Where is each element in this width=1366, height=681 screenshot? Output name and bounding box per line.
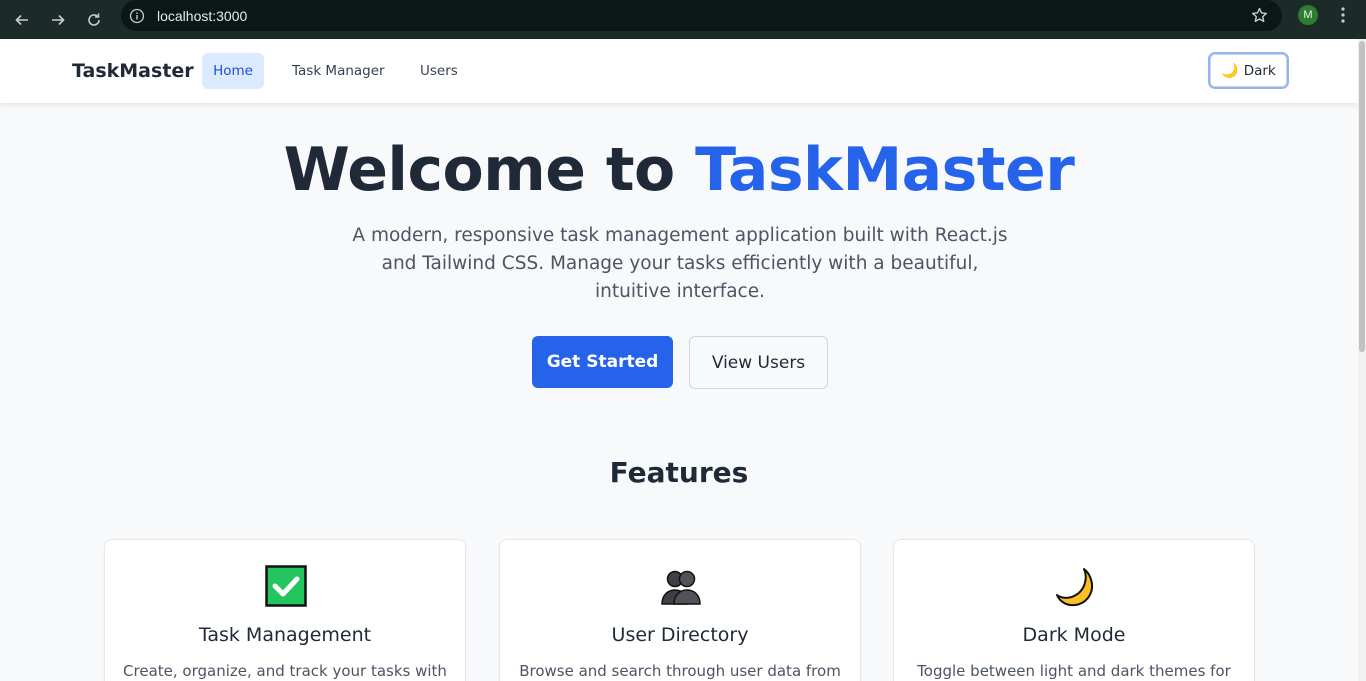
feature-card-task-management: Task Management Create, organize, and tr…: [104, 539, 466, 681]
hero-title-accent: TaskMaster: [695, 135, 1075, 205]
moon-icon: 🌙: [1221, 62, 1239, 79]
feature-title: User Directory: [611, 624, 749, 646]
view-users-button[interactable]: View Users: [689, 336, 828, 389]
scrollbar-thumb[interactable]: [1359, 41, 1365, 352]
back-arrow-icon[interactable]: [13, 11, 31, 29]
feature-card-dark-mode: Dark Mode Toggle between light and dark …: [893, 539, 1255, 681]
forward-arrow-icon[interactable]: [49, 11, 67, 29]
check-box-icon: [265, 565, 307, 607]
feature-description: Toggle between light and dark themes for: [917, 662, 1231, 680]
feature-title: Task Management: [198, 624, 372, 646]
feature-description: Browse and search through user data from: [519, 662, 841, 680]
nav-task-manager[interactable]: Task Manager: [280, 53, 397, 89]
hero-subtitle: A modern, responsive task management app…: [352, 225, 1008, 302]
users-icon: [660, 565, 702, 607]
feature-title: Dark Mode: [1022, 624, 1126, 646]
dark-mode-toggle[interactable]: 🌙 Dark: [1208, 52, 1289, 89]
site-info-icon[interactable]: [129, 8, 145, 24]
hero-title: Welcome to TaskMaster: [0, 135, 1358, 205]
address-bar[interactable]: localhost:3000: [121, 0, 1282, 31]
features-heading: Features: [609, 456, 749, 489]
app-navbar: TaskMaster Home Task Manager Users 🌙 Dar…: [0, 39, 1358, 103]
bookmark-star-icon[interactable]: [1251, 7, 1268, 24]
get-started-button[interactable]: Get Started: [532, 336, 673, 388]
feature-description: Create, organize, and track your tasks w…: [123, 662, 447, 680]
reload-icon[interactable]: [85, 11, 103, 29]
browser-toolbar: localhost:3000 M: [0, 0, 1366, 39]
url-text[interactable]: localhost:3000: [157, 8, 247, 24]
nav-home[interactable]: Home: [202, 53, 264, 89]
page-scrollbar[interactable]: [1358, 39, 1366, 681]
feature-card-user-directory: User Directory Browse and search through…: [499, 539, 861, 681]
dark-mode-label: Dark: [1243, 62, 1276, 79]
nav-users[interactable]: Users: [408, 53, 470, 89]
profile-avatar[interactable]: M: [1298, 5, 1318, 25]
browser-menu-icon[interactable]: [1335, 6, 1351, 24]
hero-title-prefix: Welcome to: [283, 135, 696, 205]
brand-logo[interactable]: TaskMaster: [72, 60, 194, 82]
moon-icon: [1054, 565, 1096, 607]
